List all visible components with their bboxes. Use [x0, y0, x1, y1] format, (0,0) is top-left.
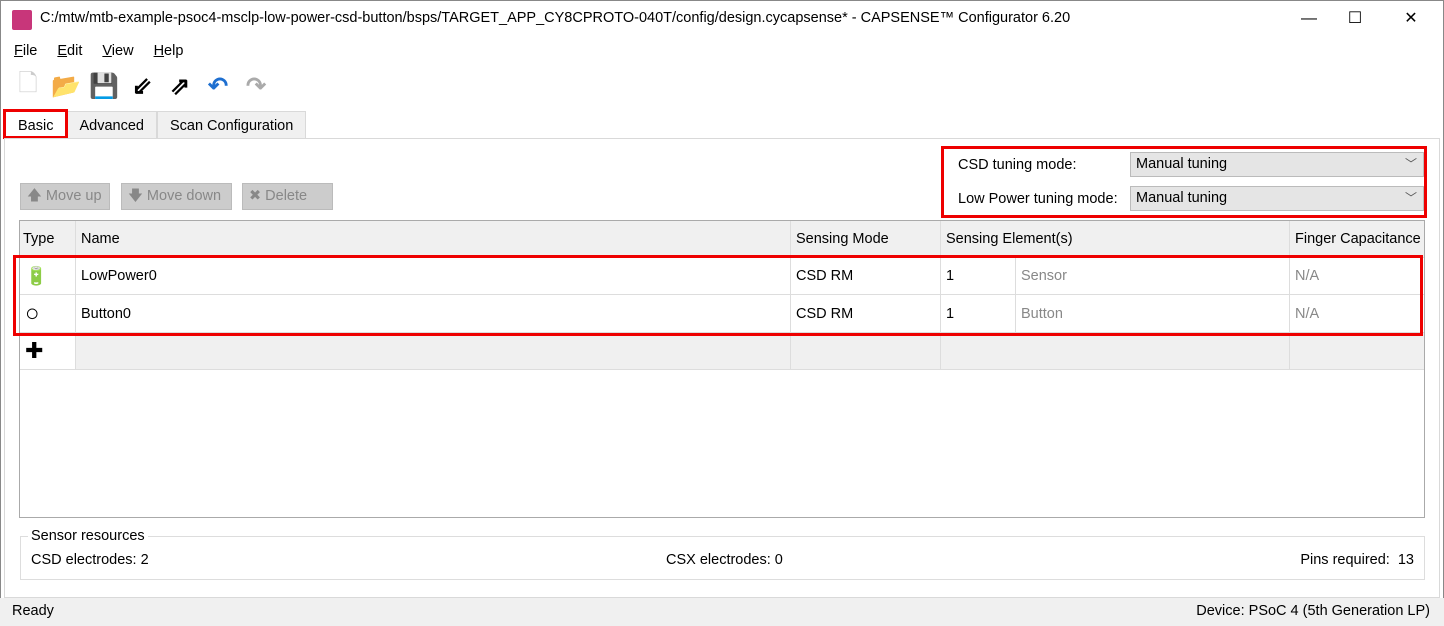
- sensor-resources-title: Sensor resources: [28, 528, 148, 544]
- import-icon[interactable]: ⇙: [126, 70, 158, 102]
- mode-cell[interactable]: CSD RM: [791, 295, 941, 333]
- finger-cell: N/A: [1290, 295, 1424, 333]
- empty-cell: [791, 333, 941, 370]
- widget-table: Type Name Sensing Mode Sensing Element(s…: [19, 220, 1425, 518]
- tab-basic[interactable]: Basic: [5, 111, 67, 139]
- header-finger-capacitance[interactable]: Finger Capacitance: [1290, 221, 1424, 258]
- window-title: C:/mtw/mtb-example-psoc4-msclp-low-power…: [40, 10, 1071, 26]
- csd-tuning-select[interactable]: Manual tuning ﹀: [1130, 152, 1424, 177]
- csx-electrodes: CSX electrodes: 0: [666, 552, 783, 568]
- mode-cell[interactable]: CSD RM: [791, 258, 941, 295]
- status-bar: Ready Device: PSoC 4 (5th Generation LP): [0, 598, 1444, 626]
- element-cell: Button: [1016, 295, 1290, 333]
- save-icon[interactable]: 💾: [88, 70, 120, 102]
- add-row[interactable]: ✚: [20, 333, 1424, 370]
- lp-tuning-select[interactable]: Manual tuning ﹀: [1130, 186, 1424, 211]
- chevron-down-icon: ﹀: [1404, 191, 1417, 205]
- name-cell[interactable]: Button0: [76, 295, 791, 333]
- new-icon[interactable]: 🗋: [12, 70, 44, 102]
- finger-cell: N/A: [1290, 258, 1424, 295]
- circle-icon: ○: [20, 295, 76, 333]
- name-cell[interactable]: LowPower0: [76, 258, 791, 295]
- table-row[interactable]: ○ Button0 CSD RM 1 Button N/A: [20, 295, 1424, 333]
- menu-help[interactable]: Help: [154, 43, 184, 59]
- undo-icon[interactable]: ↶: [202, 70, 234, 102]
- toolbar: 🗋 📂 💾 ⇙ ⇗ ↶ ↷: [12, 70, 272, 102]
- move-up-button[interactable]: 🡅 Move up: [20, 183, 110, 210]
- app-icon: [12, 10, 32, 30]
- count-cell[interactable]: 1: [941, 295, 1016, 333]
- tab-bar: Basic Advanced Scan Configuration: [5, 111, 307, 139]
- move-down-button[interactable]: 🡇 Move down: [121, 183, 232, 210]
- empty-cell: [76, 333, 791, 370]
- csd-electrodes: CSD electrodes: 2: [31, 552, 149, 568]
- add-icon[interactable]: ✚: [20, 333, 76, 370]
- csd-tuning-label: CSD tuning mode:: [958, 157, 1077, 173]
- lp-tuning-label: Low Power tuning mode:: [958, 191, 1118, 207]
- element-cell: Sensor: [1016, 258, 1290, 295]
- status-text: Ready: [12, 603, 54, 619]
- csd-tuning-value: Manual tuning: [1136, 156, 1228, 172]
- header-sensing-mode[interactable]: Sensing Mode: [791, 221, 941, 258]
- export-icon[interactable]: ⇗: [164, 70, 196, 102]
- menu-file[interactable]: File: [14, 43, 37, 59]
- chevron-down-icon: ﹀: [1404, 157, 1417, 171]
- empty-cell: [941, 333, 1290, 370]
- open-icon[interactable]: 📂: [50, 70, 82, 102]
- menu-bar: File Edit View Help: [14, 43, 183, 59]
- empty-cell: [1290, 333, 1424, 370]
- header-name[interactable]: Name: [76, 221, 791, 258]
- tab-scan-configuration[interactable]: Scan Configuration: [156, 111, 307, 139]
- tab-advanced[interactable]: Advanced: [66, 111, 157, 139]
- minimize-button[interactable]: —: [1286, 4, 1332, 34]
- delete-button[interactable]: ✖ Delete: [242, 183, 333, 210]
- header-sensing-elements[interactable]: Sensing Element(s): [941, 221, 1290, 258]
- pins-required: Pins required: 13: [1300, 552, 1414, 568]
- redo-icon[interactable]: ↷: [240, 70, 272, 102]
- table-row[interactable]: 🔋 LowPower0 CSD RM 1 Sensor N/A: [20, 258, 1424, 295]
- close-button[interactable]: ✕: [1388, 4, 1434, 34]
- count-cell[interactable]: 1: [941, 258, 1016, 295]
- battery-icon: 🔋: [20, 258, 76, 295]
- menu-edit[interactable]: Edit: [57, 43, 82, 59]
- device-text: Device: PSoC 4 (5th Generation LP): [1196, 603, 1430, 619]
- table-header: Type Name Sensing Mode Sensing Element(s…: [20, 221, 1424, 258]
- lp-tuning-value: Manual tuning: [1136, 190, 1228, 206]
- header-type[interactable]: Type: [20, 221, 76, 258]
- maximize-button[interactable]: ☐: [1332, 4, 1378, 34]
- menu-view[interactable]: View: [102, 43, 133, 59]
